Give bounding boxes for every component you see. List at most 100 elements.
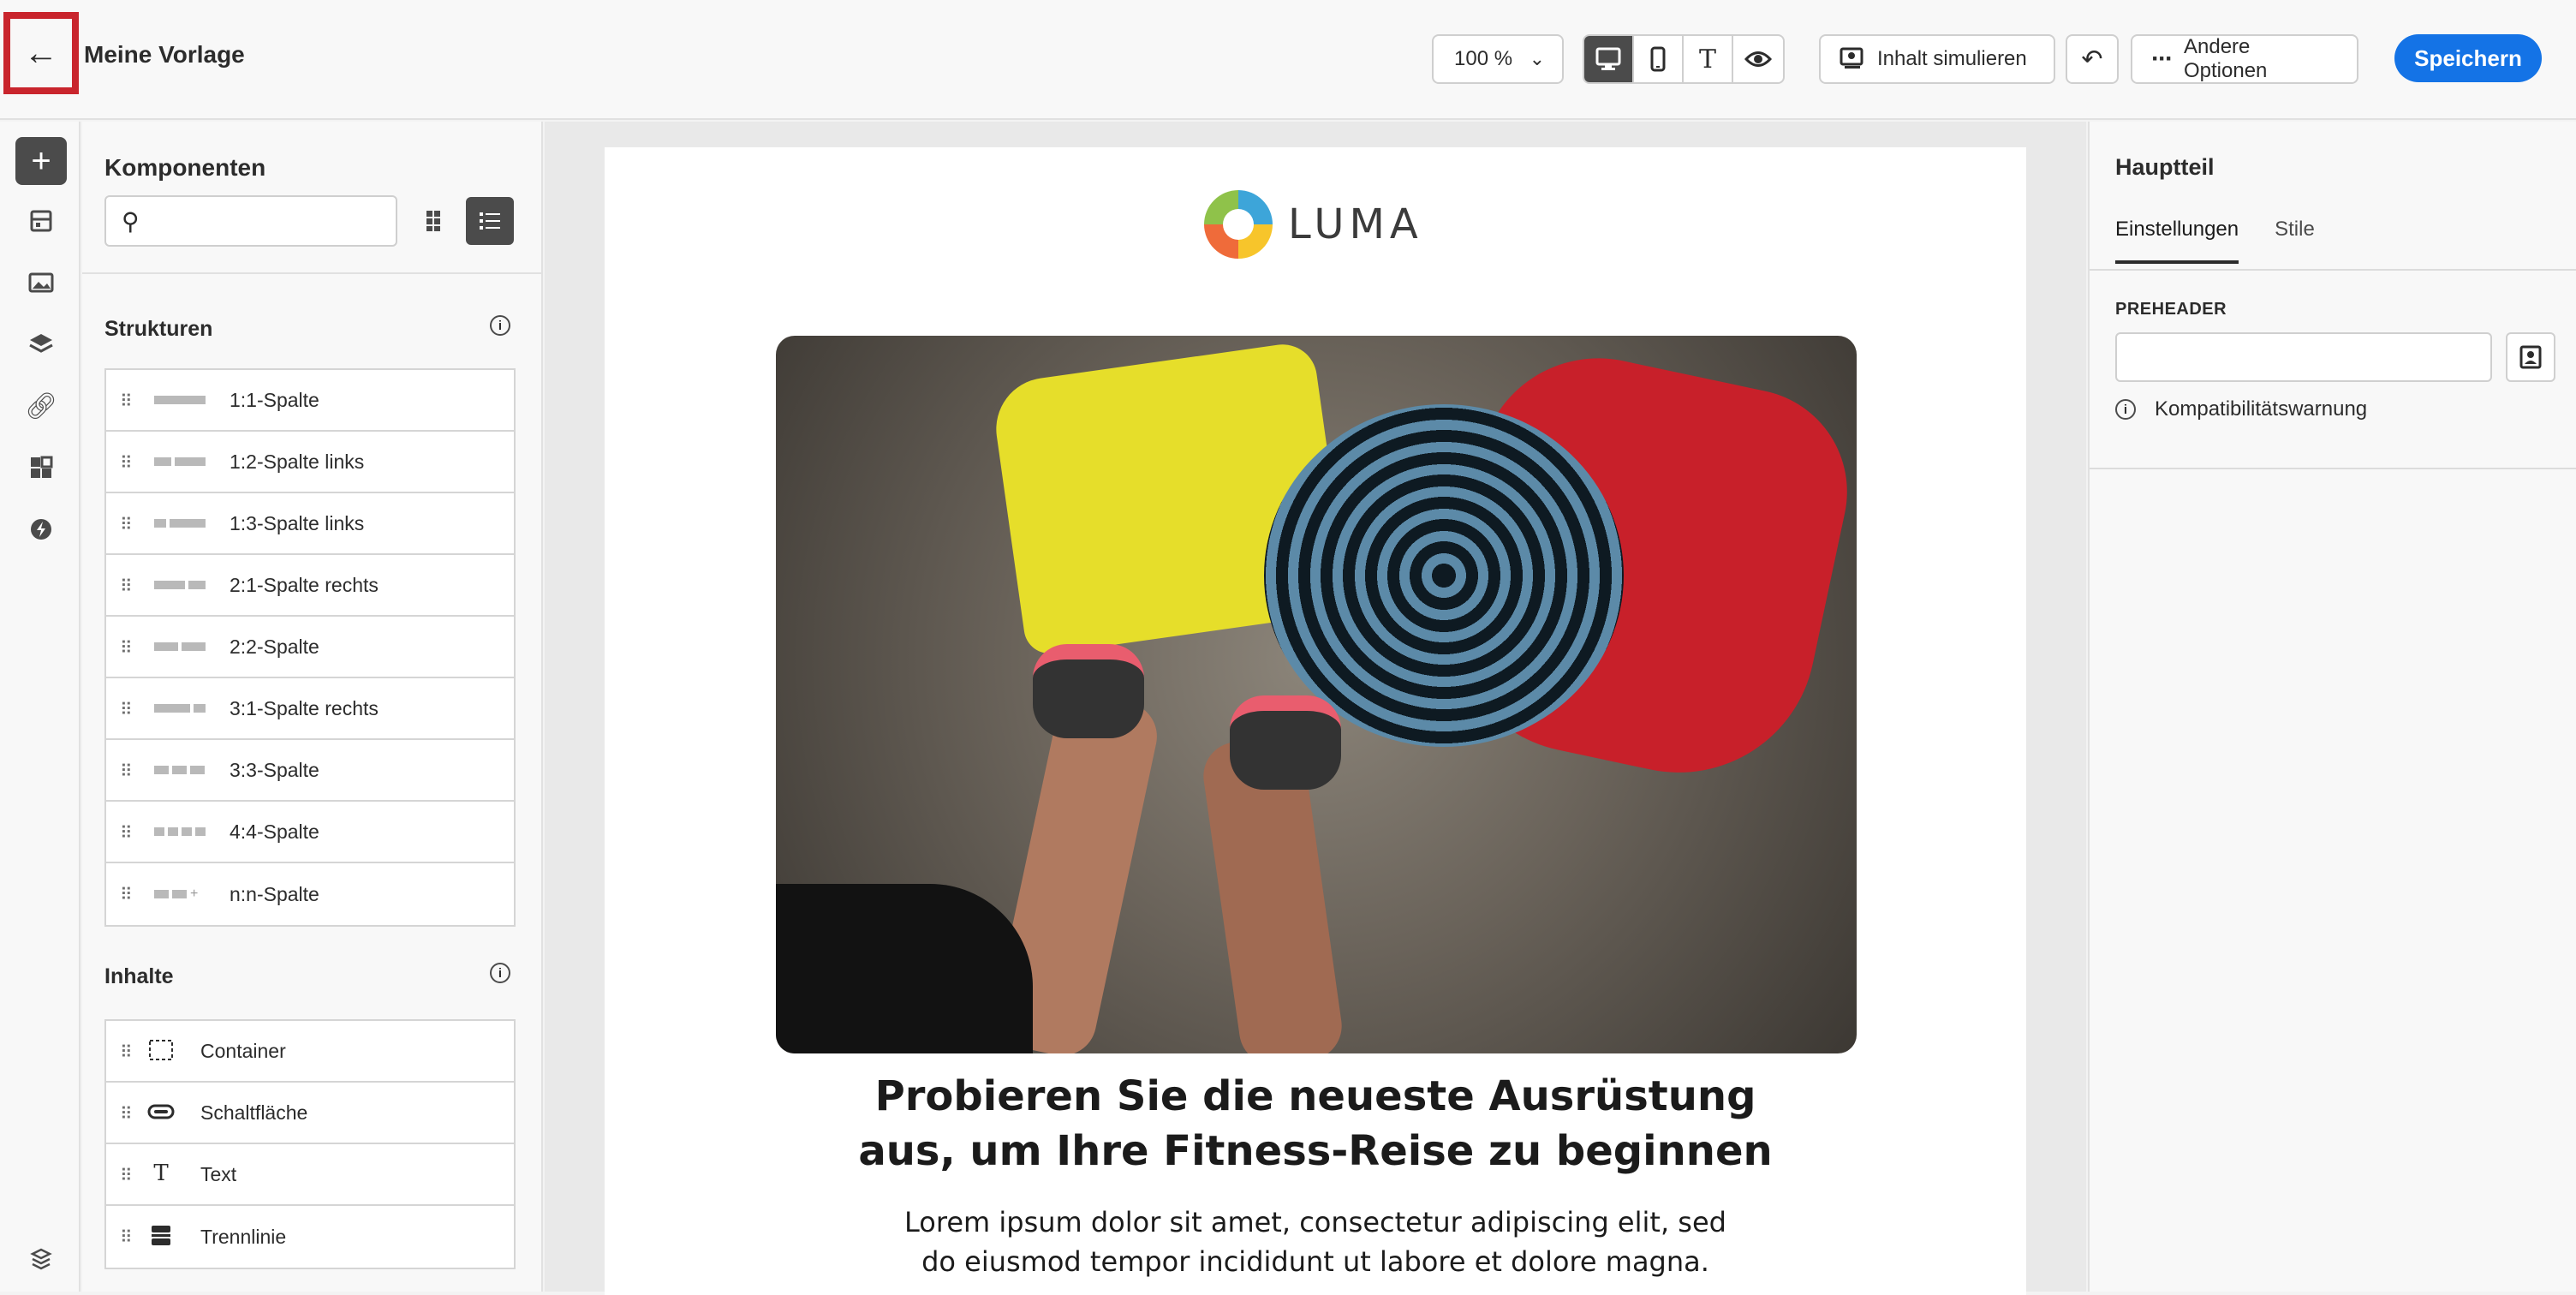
container-icon	[147, 1038, 175, 1062]
dynamic-content-button[interactable]	[15, 444, 67, 492]
drag-handle-icon[interactable]: ⠿	[120, 576, 133, 597]
text-view-button[interactable]: T	[1684, 36, 1733, 82]
drag-handle-icon[interactable]: ⠿	[120, 822, 133, 844]
compatibility-warning[interactable]: i Kompatibilitätswarnung	[2115, 397, 2367, 421]
list-view-button[interactable]	[466, 197, 514, 245]
column-layout-icon: +	[154, 886, 198, 902]
contents-list: ⠿ Container ⠿ Schaltfläche ⠿ T Text ⠿ Trennli…	[104, 1019, 516, 1269]
structure-item[interactable]: ⠿ + n:n-Spalte	[106, 863, 514, 925]
fragments-button[interactable]	[15, 197, 67, 245]
preview-button[interactable]	[1733, 36, 1783, 82]
structure-item[interactable]: ⠿ 2:2-Spalte	[106, 617, 514, 678]
divider	[2090, 468, 2576, 469]
fragments-icon	[30, 210, 52, 232]
drag-handle-icon[interactable]: ⠿	[120, 884, 133, 905]
content-item[interactable]: ⠿ T Text	[106, 1144, 514, 1206]
luma-logo-icon	[1204, 190, 1273, 259]
component-search-input[interactable]: ⚲	[104, 195, 397, 247]
preheader-input[interactable]	[2115, 332, 2492, 382]
personalization-icon	[2519, 345, 2542, 369]
link-icon: 🔗︎	[24, 391, 58, 421]
lightning-icon	[31, 519, 51, 540]
personalization-button[interactable]	[15, 505, 67, 553]
structure-item[interactable]: ⠿ 4:4-Spalte	[106, 802, 514, 863]
drag-handle-icon[interactable]: ⠿	[120, 514, 133, 535]
desktop-view-button[interactable]	[1584, 36, 1634, 82]
content-item[interactable]: ⠿ Trennlinie	[106, 1206, 514, 1268]
links-button[interactable]: 🔗︎	[15, 382, 67, 430]
add-components-button[interactable]: +	[15, 137, 67, 185]
more-options-label: Andere Optionen	[2183, 35, 2268, 82]
components-title: Komponenten	[104, 154, 266, 181]
simulate-content-button[interactable]: Inhalt simulieren	[1819, 34, 2055, 84]
column-layout-icon	[154, 827, 206, 836]
save-button[interactable]: Speichern	[2394, 34, 2542, 82]
drag-handle-icon[interactable]: ⠿	[120, 1103, 133, 1125]
column-layout-icon	[154, 704, 206, 713]
drag-handle-icon[interactable]: ⠿	[120, 761, 133, 782]
drag-handle-icon[interactable]: ⠿	[120, 637, 133, 659]
body-line: Lorem ipsum dolor sit amet, consectetur …	[904, 1206, 1726, 1238]
chevron-down-icon: ⌄	[1529, 48, 1545, 69]
properties-title: Hauptteil	[2115, 154, 2215, 180]
more-options-button[interactable]: ··· Andere Optionen	[2131, 34, 2358, 84]
structure-label: 3:1-Spalte rechts	[230, 696, 379, 719]
layers-button[interactable]	[15, 320, 67, 368]
undo-button[interactable]: ↶	[2066, 34, 2119, 84]
preheader-label: PREHEADER	[2115, 300, 2227, 319]
drag-handle-icon[interactable]: ⠿	[120, 452, 133, 474]
structure-item[interactable]: ⠿ 1:2-Spalte links	[106, 432, 514, 493]
structures-info-icon[interactable]: i	[490, 315, 510, 336]
drag-handle-icon[interactable]: ⠿	[120, 699, 133, 720]
column-layout-icon	[154, 581, 206, 589]
tab-styles[interactable]: Stile	[2275, 218, 2315, 264]
simulate-icon	[1840, 47, 1863, 69]
assets-button[interactable]	[15, 259, 67, 307]
structure-label: 3:3-Spalte	[230, 758, 319, 781]
drag-handle-icon[interactable]: ⠿	[120, 1165, 133, 1186]
structure-item[interactable]: ⠿ 3:3-Spalte	[106, 740, 514, 802]
structure-item[interactable]: ⠿ 1:3-Spalte links	[106, 493, 514, 555]
grid-view-button[interactable]	[413, 197, 461, 245]
drag-handle-icon[interactable]: ⠿	[120, 1041, 133, 1063]
tab-settings[interactable]: Einstellungen	[2115, 218, 2239, 264]
content-item[interactable]: ⠿ Container	[106, 1021, 514, 1083]
view-mode-group: T	[1583, 34, 1785, 84]
contents-heading: Inhalte	[104, 964, 174, 988]
editor-canvas: LUMA Probieren Sie die neueste Ausrüstun…	[545, 122, 2086, 1295]
email-body-text[interactable]: Lorem ipsum dolor sit amet, consectetur …	[605, 1202, 2026, 1281]
desktop-icon	[1595, 47, 1621, 70]
content-item[interactable]: ⠿ Schaltfläche	[106, 1083, 514, 1144]
contents-info-icon[interactable]: i	[490, 963, 510, 983]
zoom-value: 100 %	[1454, 47, 1513, 70]
email-headline[interactable]: Probieren Sie die neueste Ausrüstung aus…	[605, 1069, 2026, 1179]
structure-item[interactable]: ⠿ 2:1-Spalte rechts	[106, 555, 514, 617]
email-body[interactable]: LUMA Probieren Sie die neueste Ausrüstun…	[605, 147, 2026, 1295]
brand-logo[interactable]: LUMA	[1204, 190, 1423, 259]
button-icon	[147, 1100, 175, 1124]
left-rail: + 🔗︎	[0, 122, 80, 1292]
logo-text: LUMA	[1288, 200, 1423, 248]
yoga-mat-shape	[1264, 404, 1624, 747]
drag-handle-icon[interactable]: ⠿	[120, 391, 133, 412]
zoom-dropdown[interactable]: 100 % ⌄	[1432, 34, 1564, 84]
undo-icon: ↶	[2081, 45, 2103, 74]
hero-image[interactable]	[776, 336, 1857, 1053]
structure-label: 1:2-Spalte links	[230, 450, 365, 473]
text-icon: T	[1698, 44, 1716, 75]
back-button[interactable]: ←	[3, 12, 79, 94]
column-layout-icon	[154, 396, 206, 404]
body-line: do eiusmod tempor incididunt ut labore e…	[921, 1245, 1709, 1278]
personalization-picker-button[interactable]	[2506, 332, 2555, 382]
plus-icon: +	[31, 141, 51, 180]
structure-item[interactable]: ⠿ 3:1-Spalte rechts	[106, 678, 514, 740]
column-layout-icon	[154, 457, 206, 466]
structure-item[interactable]: ⠿ 1:1-Spalte	[106, 370, 514, 432]
structure-label: 1:1-Spalte	[230, 388, 319, 411]
drag-handle-icon[interactable]: ⠿	[120, 1226, 133, 1248]
content-label: Text	[200, 1162, 237, 1185]
column-layout-icon	[154, 519, 206, 528]
template-title: Meine Vorlage	[84, 41, 245, 68]
bottom-layers-button[interactable]	[15, 1235, 67, 1283]
mobile-view-button[interactable]	[1634, 36, 1684, 82]
